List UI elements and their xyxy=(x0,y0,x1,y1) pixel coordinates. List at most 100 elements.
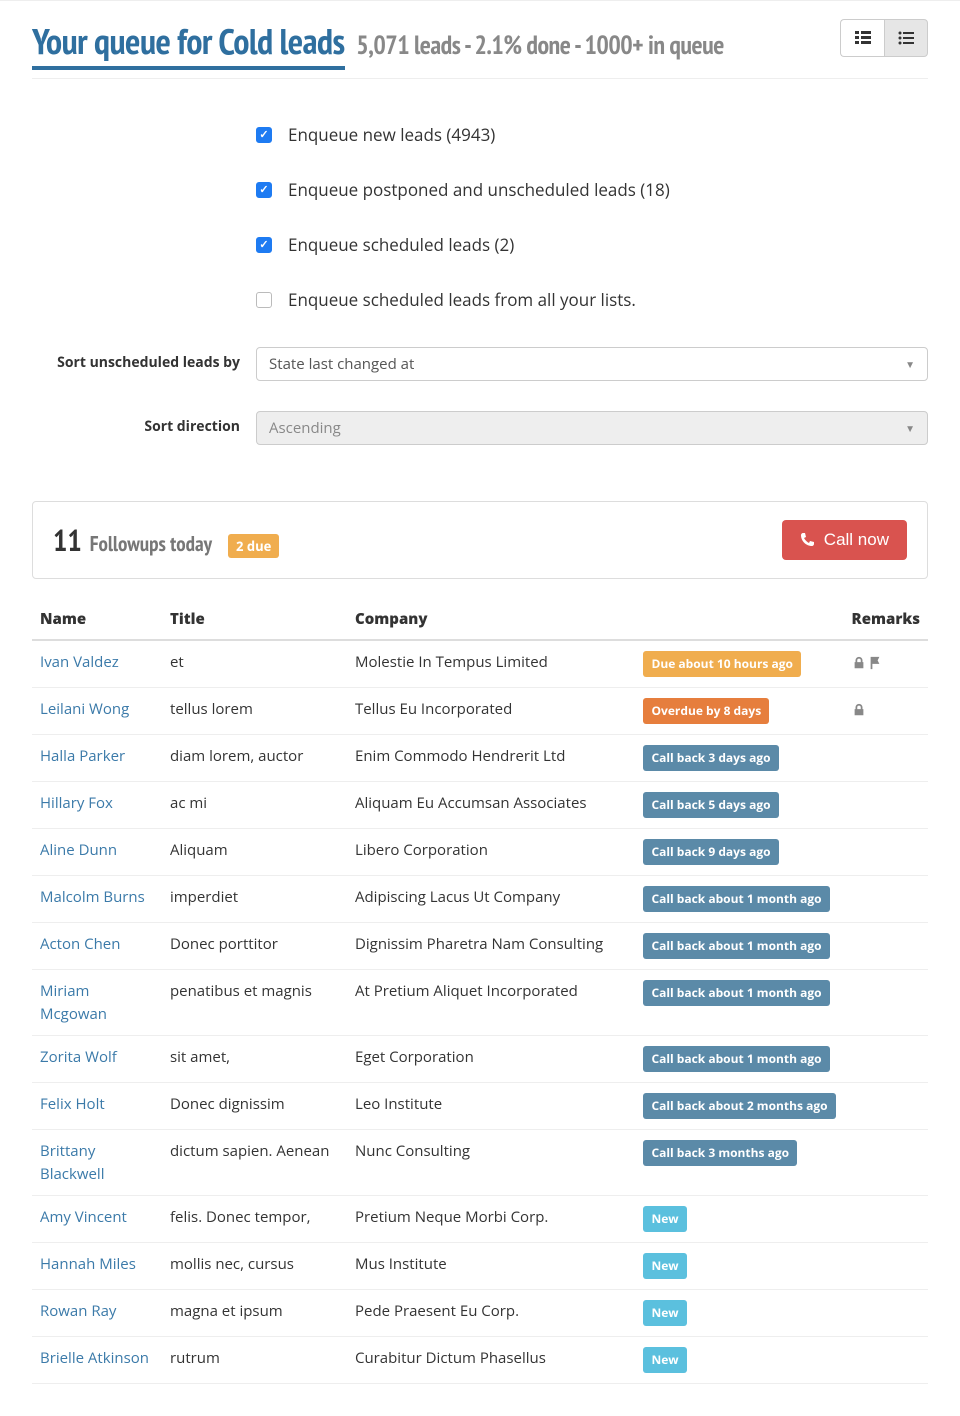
lead-name-link[interactable]: Felix Holt xyxy=(40,1094,105,1114)
table-row: Amy Vincent felis. Donec tempor,Pretium N… xyxy=(32,1196,928,1243)
checkbox[interactable] xyxy=(256,127,272,143)
lead-name-link[interactable]: Brielle Atkinson xyxy=(40,1348,149,1368)
view-list-button[interactable] xyxy=(884,19,928,57)
lead-remarks xyxy=(844,1290,928,1337)
lead-name-link[interactable]: Rowan Ray xyxy=(40,1301,116,1321)
lock-icon xyxy=(852,656,866,670)
sort-unscheduled-value: State last changed at xyxy=(269,354,414,374)
checkbox-label: Enqueue postponed and unscheduled leads … xyxy=(288,178,670,201)
chevron-down-icon: ▼ xyxy=(905,357,915,371)
lead-title: sit amet, xyxy=(162,1036,347,1083)
table-row: Acton ChenDonec porttitorDignissim Phare… xyxy=(32,923,928,970)
lead-company: Curabitur Dictum Phasellus xyxy=(347,1337,635,1384)
status-badge: Call back about 1 month ago xyxy=(643,980,829,1006)
lead-remarks xyxy=(844,1337,928,1384)
status-badge: Call back 5 days ago xyxy=(643,792,778,818)
lead-remarks xyxy=(844,1196,928,1243)
status-badge: Call back about 1 month ago xyxy=(643,886,829,912)
column-header: Title xyxy=(162,599,347,640)
checkbox[interactable] xyxy=(256,237,272,253)
chevron-down-icon: ▼ xyxy=(905,421,915,435)
lead-title: tellus lorem xyxy=(162,688,347,735)
list-icon xyxy=(898,30,914,46)
lead-title: felis. Donec tempor, xyxy=(162,1196,347,1243)
call-now-button[interactable]: Call now xyxy=(782,520,907,560)
sort-direction-select[interactable]: Ascending ▼ xyxy=(256,411,928,445)
lead-name-link[interactable]: Leilani Wong xyxy=(40,699,129,719)
status-badge: Call back about 1 month ago xyxy=(643,1046,829,1072)
status-badge: New xyxy=(643,1206,686,1232)
lead-company: Enim Commodo Hendrerit Ltd xyxy=(347,735,635,782)
leads-table: NameTitleCompanyRemarks Ivan ValdezetMol… xyxy=(32,599,928,1384)
lead-remarks xyxy=(844,1243,928,1290)
status-badge: New xyxy=(643,1347,686,1373)
lead-remarks xyxy=(844,876,928,923)
status-badge: New xyxy=(643,1253,686,1279)
lead-title: Aliquam xyxy=(162,829,347,876)
lead-name-link[interactable]: Amy Vincent xyxy=(40,1207,127,1227)
lead-title: rutrum xyxy=(162,1337,347,1384)
call-now-label: Call now xyxy=(824,530,889,550)
column-header: Remarks xyxy=(844,599,928,640)
status-badge: Call back 3 days ago xyxy=(643,745,778,771)
lead-remarks xyxy=(844,829,928,876)
lead-name-link[interactable]: Malcolm Burns xyxy=(40,887,145,907)
lead-company: Dignissim Pharetra Nam Consulting xyxy=(347,923,635,970)
lock-icon xyxy=(852,703,866,717)
lead-name-link[interactable]: Halla Parker xyxy=(40,746,125,766)
lead-title: dictum sapien. Aenean xyxy=(162,1130,347,1196)
lead-company: Tellus Eu Incorporated xyxy=(347,688,635,735)
lead-remarks xyxy=(844,1083,928,1130)
table-row: Malcolm BurnsimperdietAdipiscing Lacus U… xyxy=(32,876,928,923)
table-row: Leilani Wong tellus loremTellus Eu Incorp… xyxy=(32,688,928,735)
lead-title: diam lorem, auctor xyxy=(162,735,347,782)
lead-title: Donec dignissim xyxy=(162,1083,347,1130)
checkbox-row: Enqueue scheduled leads (2) xyxy=(256,233,928,288)
lead-company: Libero Corporation xyxy=(347,829,635,876)
lead-name-link[interactable]: Ivan Valdez xyxy=(40,652,119,672)
table-row: Halla Parker diam lorem, auctorEnim Commo… xyxy=(32,735,928,782)
lead-company: Nunc Consulting xyxy=(347,1130,635,1196)
phone-icon xyxy=(800,532,816,548)
lead-remarks xyxy=(844,970,928,1036)
lead-name-link[interactable]: Hillary Fox xyxy=(40,793,113,813)
sort-unscheduled-select[interactable]: State last changed at ▼ xyxy=(256,347,928,381)
table-row: Zorita Wolfsit amet,Eget CorporationCall… xyxy=(32,1036,928,1083)
lead-name-link[interactable]: Brittany Blackwell xyxy=(40,1141,105,1184)
checkbox[interactable] xyxy=(256,292,272,308)
lead-company: Pretium Neque Morbi Corp. xyxy=(347,1196,635,1243)
column-header xyxy=(635,599,843,640)
checkbox[interactable] xyxy=(256,182,272,198)
status-badge: Overdue by 8 days xyxy=(643,698,769,724)
checkbox-row: Enqueue postponed and unscheduled leads … xyxy=(256,178,928,233)
sort-direction-label: Sort direction xyxy=(32,411,256,436)
status-badge: Call back about 1 month ago xyxy=(643,933,829,959)
view-grid-button[interactable] xyxy=(840,19,884,57)
lead-remarks xyxy=(844,735,928,782)
lead-company: Adipiscing Lacus Ut Company xyxy=(347,876,635,923)
followups-text: Followups today xyxy=(90,530,212,557)
status-badge: New xyxy=(643,1300,686,1326)
sort-unscheduled-label: Sort unscheduled leads by xyxy=(32,347,256,372)
followups-count: 11 xyxy=(53,521,82,560)
lead-name-link[interactable]: Acton Chen xyxy=(40,934,120,954)
lead-company: Mus Institute xyxy=(347,1243,635,1290)
table-row: Ivan ValdezetMolestie In Tempus LimitedD… xyxy=(32,640,928,688)
status-badge: Call back 9 days ago xyxy=(643,839,778,865)
table-row: Hannah Milesmollis nec, cursusMus Instit… xyxy=(32,1243,928,1290)
lead-title: penatibus et magnis xyxy=(162,970,347,1036)
lead-name-link[interactable]: Hannah Miles xyxy=(40,1254,136,1274)
due-badge: 2 due xyxy=(228,534,279,558)
table-row: Hillary Foxac miAliquam Eu Accumsan Asso… xyxy=(32,782,928,829)
lead-name-link[interactable]: Zorita Wolf xyxy=(40,1047,117,1067)
lead-company: Leo Institute xyxy=(347,1083,635,1130)
grid-icon xyxy=(855,30,871,46)
view-toggle-group xyxy=(840,19,928,57)
checkbox-row: Enqueue scheduled leads from all your li… xyxy=(256,288,928,333)
checkbox-label: Enqueue new leads (4943) xyxy=(288,123,495,146)
lead-name-link[interactable]: Aline Dunn xyxy=(40,840,117,860)
sort-direction-value: Ascending xyxy=(269,418,341,438)
table-row: Aline Dunn AliquamLibero Corporation Call … xyxy=(32,829,928,876)
lead-title: et xyxy=(162,640,347,688)
lead-name-link[interactable]: Miriam Mcgowan xyxy=(40,981,107,1024)
